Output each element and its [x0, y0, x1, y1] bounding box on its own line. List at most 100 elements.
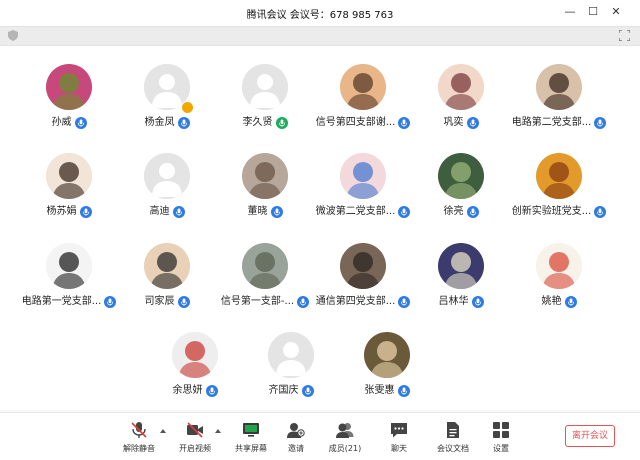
participant-name-row: 杨金凤 [115, 115, 219, 131]
participant-name: 董晓 [247, 206, 268, 217]
participant-name-row: 微波第二党支部... [311, 204, 415, 220]
participant-name: 信号第一支部-... [220, 296, 295, 307]
participant-name: 李久贤 [242, 117, 273, 128]
invite-label: 邀请 [288, 444, 304, 453]
participant-tile[interactable]: 信号第一支部-... [213, 243, 317, 323]
participant-tile[interactable]: 高迪 [115, 153, 219, 233]
participant-tile[interactable]: 孙威 [17, 64, 121, 144]
members-button[interactable]: 成员(21) [319, 421, 371, 459]
settings-icon [493, 422, 509, 438]
close-icon[interactable]: ✕ [606, 3, 626, 21]
participant-name: 孙威 [51, 117, 72, 128]
chat-button[interactable]: 聊天 [373, 421, 425, 459]
participant-tile[interactable]: 信号第四支部谢... [311, 64, 415, 144]
host-badge-icon [181, 101, 194, 114]
participant-name-row: 吕林华 [409, 294, 513, 310]
avatar [340, 153, 386, 199]
participant-name: 电路第二党支部... [511, 117, 592, 128]
participant-name-row: 创新实验班党支... [507, 204, 611, 220]
participant-tile[interactable]: 姚艳 [507, 243, 611, 323]
participant-name: 杨金凤 [144, 117, 175, 128]
participant-name: 电路第一党支部... [21, 296, 102, 307]
unmute-button[interactable]: 解除静音 [113, 421, 165, 459]
mic-muted-icon [131, 422, 147, 438]
participant-tile[interactable]: 巩奕 [409, 64, 513, 144]
meeting-docs-button[interactable]: 会议文档 [427, 421, 479, 459]
mic-icon [594, 206, 607, 218]
start-video-button[interactable]: 开启视频 [169, 421, 221, 459]
settings-button[interactable]: 设置 [475, 421, 527, 459]
participant-name-row: 信号第四支部谢... [311, 115, 415, 131]
avatar [46, 243, 92, 289]
members-label: 成员(21) [328, 444, 362, 453]
mic-icon [297, 296, 310, 308]
participant-name: 司家辰 [144, 296, 175, 307]
participant-tile[interactable]: 齐国庆 [239, 332, 343, 412]
participant-tile[interactable]: 张雯惠 [335, 332, 439, 412]
participant-tile[interactable]: 杨苏娟 [17, 153, 121, 233]
avatar [242, 243, 288, 289]
leave-meeting-button[interactable]: 离开会议 [565, 425, 615, 447]
participant-tile[interactable]: 通信第四党支部... [311, 243, 415, 323]
participant-tile[interactable]: 创新实验班党支... [507, 153, 611, 233]
mic-icon [205, 385, 218, 397]
participant-name: 余思妍 [172, 385, 203, 396]
mic-icon [594, 117, 607, 129]
mic-icon [471, 296, 484, 308]
avatar [438, 64, 484, 110]
mic-icon [177, 117, 190, 129]
participant-name-row: 齐国庆 [239, 383, 343, 399]
minimize-icon[interactable]: — [560, 3, 580, 21]
mic-icon [270, 206, 283, 218]
maximize-icon[interactable]: ☐ [583, 3, 603, 21]
participant-tile[interactable]: 电路第一党支部... [17, 243, 121, 323]
avatar [242, 153, 288, 199]
participant-name: 微波第二党支部... [315, 206, 396, 217]
participant-name: 信号第四支部谢... [315, 117, 396, 128]
participant-tile[interactable]: 微波第二党支部... [311, 153, 415, 233]
participant-name: 通信第四党支部... [315, 296, 396, 307]
avatar [438, 153, 484, 199]
participant-tile[interactable]: 杨金凤 [115, 64, 219, 144]
avatar [438, 243, 484, 289]
participant-name: 创新实验班党支... [511, 206, 592, 217]
participant-name: 齐国庆 [268, 385, 299, 396]
avatar [144, 243, 190, 289]
meeting-info-bar [0, 26, 640, 46]
participant-name: 姚艳 [541, 296, 562, 307]
participant-name-row: 电路第二党支部... [507, 115, 611, 131]
unmute-options-chevron-icon[interactable] [160, 429, 166, 433]
participant-name-row: 张雯惠 [335, 383, 439, 399]
default-avatar-icon [242, 64, 288, 110]
participant-tile[interactable]: 余思妍 [143, 332, 247, 412]
avatar [172, 332, 218, 378]
participant-name: 杨苏娟 [46, 206, 77, 217]
participant-name-row: 信号第一支部-... [213, 294, 317, 310]
mic-icon [177, 296, 190, 308]
participant-name-row: 巩奕 [409, 115, 513, 131]
avatar [46, 64, 92, 110]
participant-tile[interactable]: 董晓 [213, 153, 317, 233]
meeting-toolbar: 解除静音 开启视频 共享屏幕 邀请 成员(21) 聊天 会议文档 设置 [0, 412, 640, 460]
participant-tile[interactable]: 徐亮 [409, 153, 513, 233]
participant-tile[interactable]: 电路第二党支部... [507, 64, 611, 144]
default-avatar-icon [144, 153, 190, 199]
participant-name-row: 姚艳 [507, 294, 611, 310]
participant-name-row: 徐亮 [409, 204, 513, 220]
mic-icon [397, 385, 410, 397]
participant-name: 张雯惠 [364, 385, 395, 396]
settings-label: 设置 [493, 444, 509, 453]
participant-name-row: 余思妍 [143, 383, 247, 399]
video-options-chevron-icon[interactable] [215, 429, 221, 433]
participant-tile[interactable]: 司家辰 [115, 243, 219, 323]
shield-icon[interactable] [8, 30, 18, 41]
title-bar: 腾讯会议 会议号：678 985 763 — ☐ ✕ [0, 0, 640, 26]
add-person-icon [287, 423, 305, 438]
fullscreen-icon[interactable] [619, 30, 630, 41]
participant-tile[interactable]: 李久贤 [213, 64, 317, 144]
invite-button[interactable]: 邀请 [270, 421, 322, 459]
start-video-label: 开启视频 [179, 444, 211, 453]
avatar [536, 243, 582, 289]
participant-tile[interactable]: 吕林华 [409, 243, 513, 323]
mic-icon [466, 206, 479, 218]
